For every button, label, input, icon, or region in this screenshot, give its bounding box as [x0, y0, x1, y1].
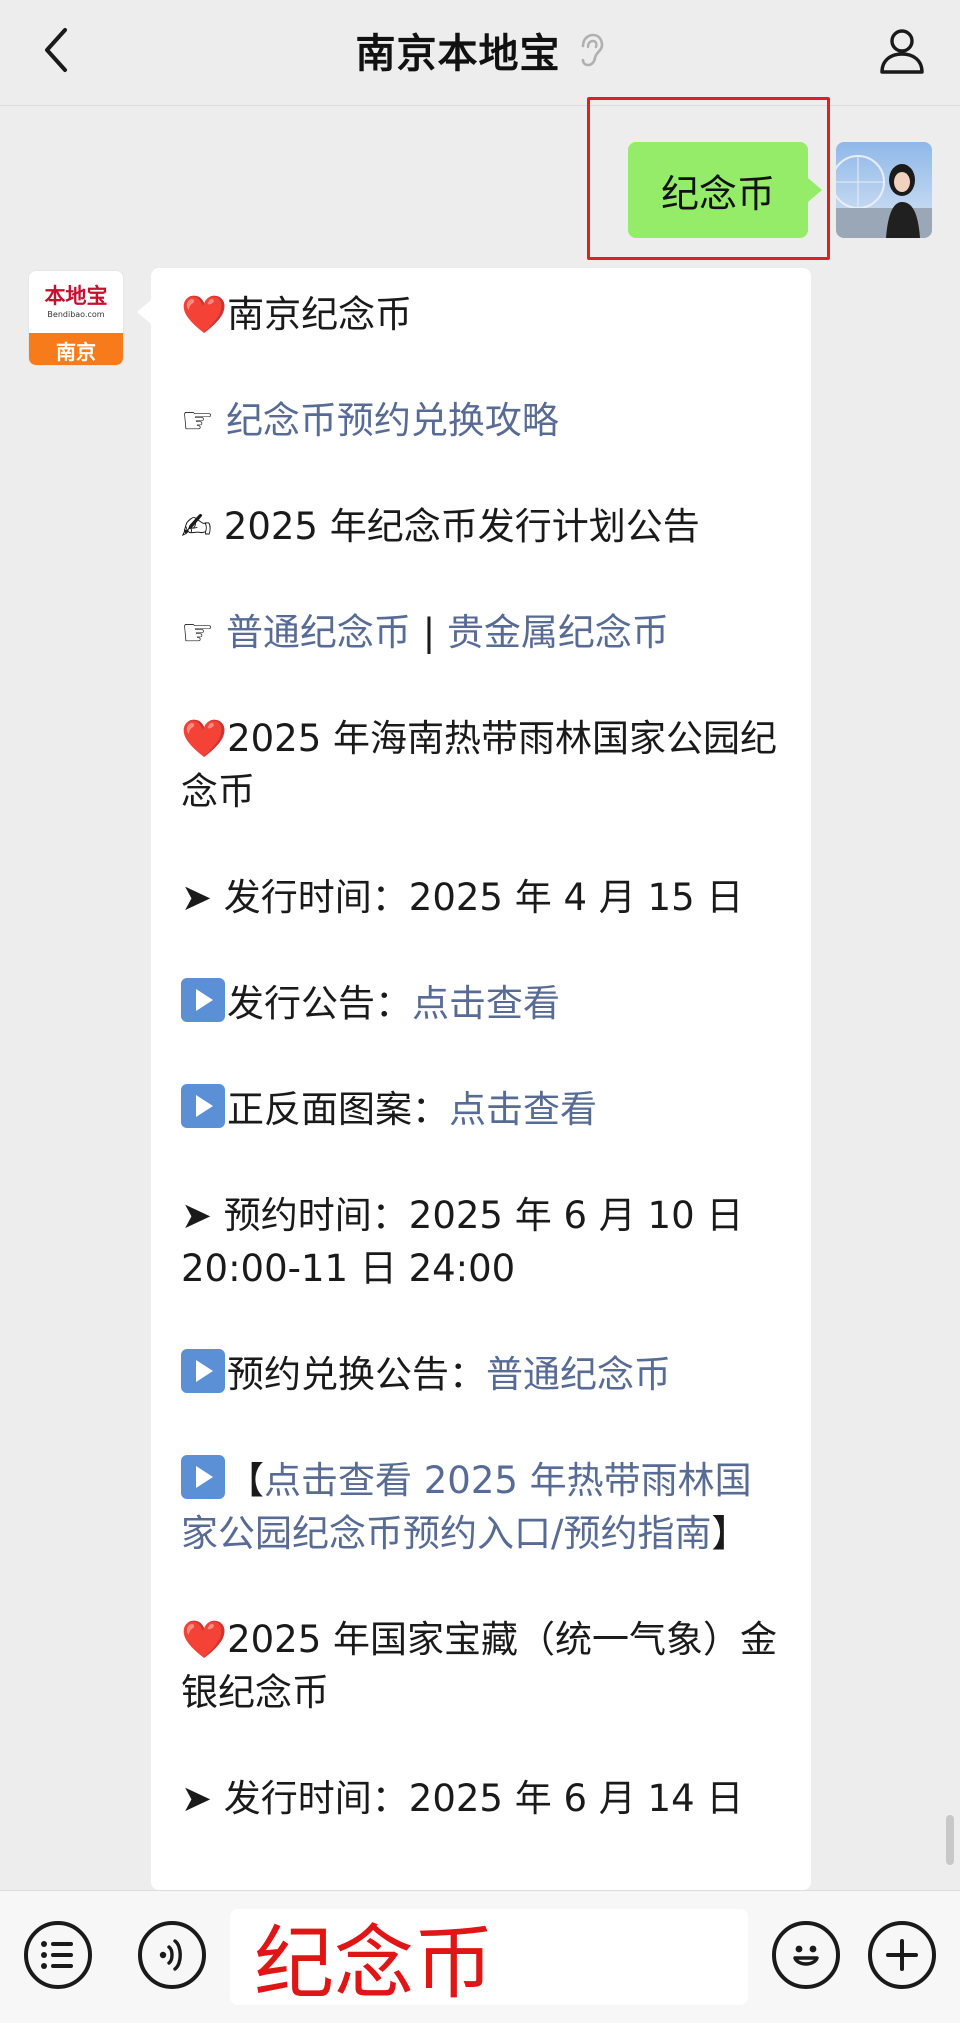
user-message-text: 纪念币 [660, 171, 775, 216]
reservation-entry-link[interactable]: 点击查看 2025 年热带雨林国家公园纪念币预约入口/预约指南 [181, 1459, 752, 1555]
line-4: ☞ 普通纪念币 | 贵金属纪念币 [181, 606, 783, 659]
bot-message-bubble: ❤️南京纪念币 ☞ 纪念币预约兑换攻略 ✍ 2025 年纪念币发行计划公告 ☞ … [151, 268, 811, 1890]
issue-announcement-link[interactable]: 点击查看 [412, 982, 560, 1025]
message-input[interactable]: 纪念币 [230, 1909, 748, 2010]
bot-logo: 本地宝 Bendibao.com [29, 271, 123, 333]
line-13: ➤ 发行时间：2025 年 6 月 14 日 [181, 1772, 783, 1825]
pointer-icon: ☞ [181, 611, 215, 654]
arrow-icon: ➤ [181, 1777, 213, 1820]
line-11: 【点击查看 2025 年热带雨林国家公园纪念币预约入口/预约指南】 [181, 1454, 783, 1560]
input-bar: 纪念币 [0, 1890, 960, 2023]
line-1-text: 南京纪念币 [227, 293, 413, 336]
line-5-text: 2025 年海南热带雨林国家公园纪念币 [181, 717, 778, 813]
bot-city-label: 南京 [29, 333, 123, 365]
separator: | [410, 611, 447, 654]
line-12: ❤️2025 年国家宝藏（统一气象）金银纪念币 [181, 1613, 783, 1719]
bot-bubble-tail [137, 300, 151, 324]
line-6: ➤ 发行时间：2025 年 4 月 15 日 [181, 871, 783, 924]
play-button-icon [181, 978, 225, 1022]
line-6-text: 发行时间：2025 年 4 月 15 日 [223, 876, 744, 919]
line-10-label: 预约兑换公告： [227, 1353, 486, 1396]
user-avatar-image [836, 142, 932, 238]
logo-cn-text: 本地宝 [44, 283, 108, 308]
precious-metal-coin-link[interactable]: 贵金属纪念币 [447, 611, 669, 654]
pointer-icon: ☞ [181, 399, 215, 442]
play-button-icon [181, 1084, 225, 1128]
arrow-icon: ➤ [181, 1194, 213, 1237]
chat-title: 南京本地宝 [355, 31, 561, 77]
ear-icon [581, 33, 603, 67]
person-icon [880, 29, 924, 74]
line-1: ❤️南京纪念币 [181, 288, 783, 341]
line-5: ❤️2025 年海南热带雨林国家公园纪念币 [181, 712, 783, 818]
line-8: 正反面图案：点击查看 [181, 1083, 783, 1136]
bracket-open: 【 [227, 1459, 264, 1502]
bracket-close: 】 [711, 1512, 749, 1555]
user-avatar[interactable] [836, 142, 932, 238]
plus-button[interactable] [868, 1921, 936, 1989]
line-13-text: 发行时间：2025 年 6 月 14 日 [223, 1777, 744, 1820]
line-9: ➤ 预约时间：2025 年 6 月 10 日 20:00-11 日 24:00 [181, 1189, 783, 1295]
voice-button[interactable] [138, 1921, 206, 1989]
plus-icon [886, 1939, 918, 1971]
logo-en-text: Bendibao.com [47, 310, 105, 319]
list-menu-icon [41, 1941, 73, 1969]
scrollbar[interactable] [946, 1815, 954, 1865]
line-12-text: 2025 年国家宝藏（统一气象）金银纪念币 [181, 1618, 778, 1714]
line-3: ✍ 2025 年纪念币发行计划公告 [181, 500, 783, 553]
strategy-link[interactable]: 纪念币预约兑换攻略 [226, 399, 559, 442]
arrow-icon: ➤ [181, 876, 213, 919]
ordinary-coin-link[interactable]: 普通纪念币 [226, 611, 411, 654]
line-8-label: 正反面图案： [227, 1088, 449, 1131]
emoji-button[interactable] [772, 1921, 840, 1989]
heart-icon: ❤️ [181, 1618, 228, 1661]
play-button-icon [181, 1455, 225, 1499]
reservation-announcement-link[interactable]: 普通纪念币 [486, 1353, 671, 1396]
bot-avatar[interactable]: 本地宝 Bendibao.com 南京 [28, 270, 124, 366]
writing-hand-icon: ✍ [181, 505, 213, 548]
emoji-icon [793, 1945, 819, 1966]
line-3-text: 2025 年纪念币发行计划公告 [223, 505, 700, 548]
line-7: 发行公告：点击查看 [181, 977, 783, 1030]
profile-button[interactable] [870, 18, 934, 82]
design-pattern-link[interactable]: 点击查看 [449, 1088, 597, 1131]
line-10: 预约兑换公告：普通纪念币 [181, 1348, 783, 1401]
title-wrap: 南京本地宝 [0, 18, 960, 82]
heart-icon: ❤️ [181, 293, 228, 336]
chat-header: 南京本地宝 [0, 0, 960, 106]
line-2: ☞ 纪念币预约兑换攻略 [181, 394, 783, 447]
line-7-label: 发行公告： [227, 982, 412, 1025]
line-9-text: 预约时间：2025 年 6 月 10 日 20:00-11 日 24:00 [181, 1194, 744, 1290]
play-button-icon [181, 1349, 225, 1393]
menu-button[interactable] [24, 1921, 92, 1989]
voice-icon [159, 1939, 182, 1971]
user-message-bubble[interactable]: 纪念币 [628, 142, 822, 238]
heart-icon: ❤️ [181, 717, 228, 760]
